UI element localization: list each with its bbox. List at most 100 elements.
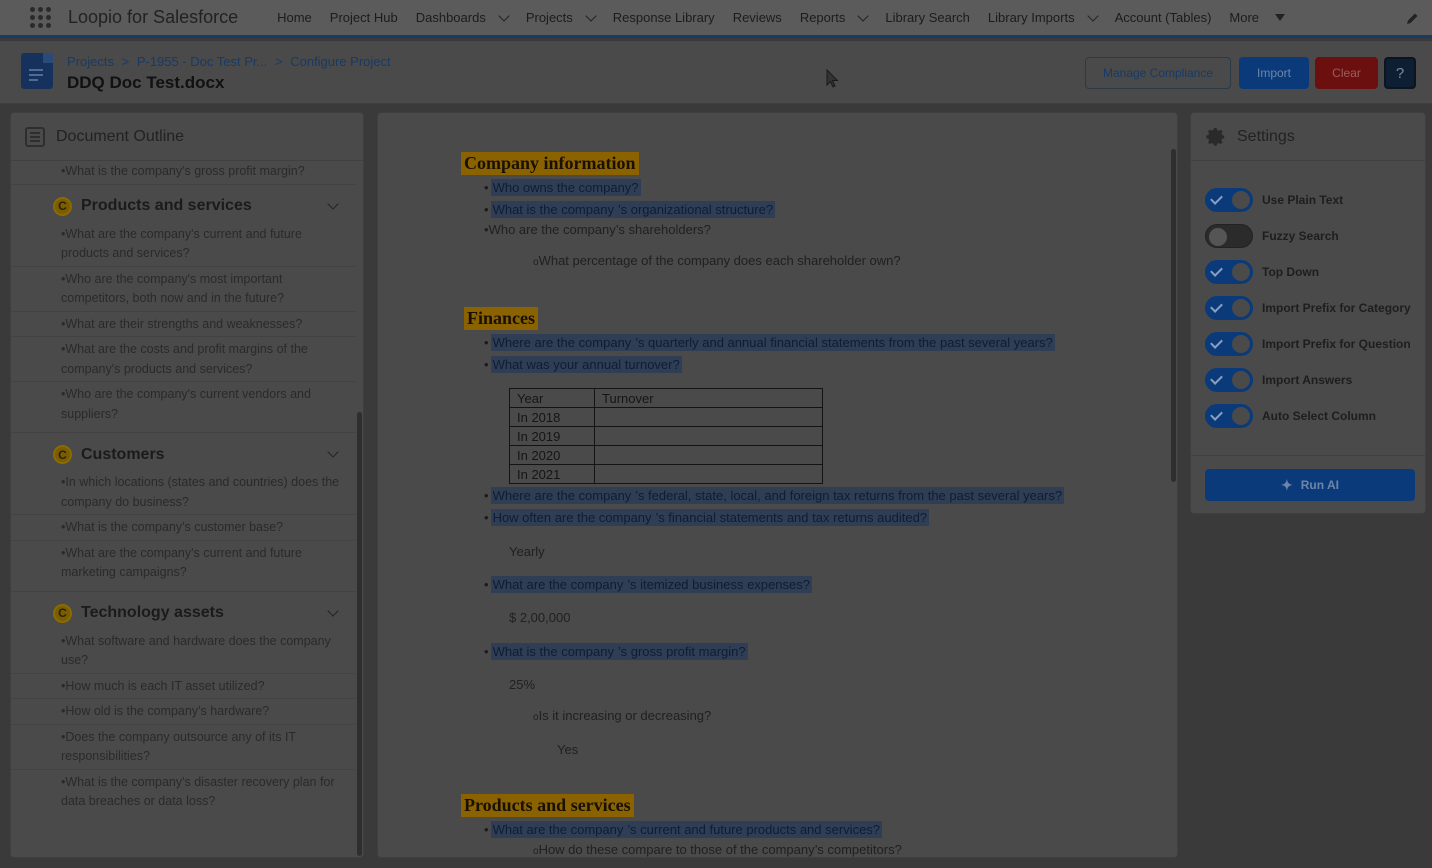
clear-button[interactable]: Clear [1315, 57, 1378, 89]
nav-item-label: Reviews [732, 10, 782, 25]
category-customers[interactable]: C Customers [11, 432, 355, 470]
doc-question[interactable]: • What are the company’s itemized busines… [484, 576, 812, 593]
breadcrumb-project[interactable]: P-1955 - Doc Test Pr... [137, 54, 268, 69]
outline-question-text: •What is the company's customer base? [61, 520, 284, 534]
outline-header: Document Outline [11, 113, 363, 161]
toggle-label: Fuzzy Search [1262, 229, 1339, 243]
nav-item-project-hub[interactable]: Project Hub [321, 0, 407, 35]
outline-question[interactable]: •How old is the company's hardware? [11, 699, 355, 725]
doc-heading-products[interactable]: Products and services [461, 794, 634, 817]
nav-item-label: Project Hub [329, 10, 398, 25]
doc-question[interactable]: • What is the company’s organizational st… [484, 201, 776, 218]
toggle-switch[interactable] [1205, 368, 1253, 392]
table-cell [594, 426, 823, 446]
outline-question[interactable]: •What is the company's disaster recovery… [11, 770, 355, 814]
nav-item-home[interactable]: Home [268, 0, 321, 35]
toggle-switch[interactable] [1205, 296, 1253, 320]
outline-question-text: •What software and hardware does the com… [61, 633, 331, 668]
doc-question[interactable]: • What is the company’s gross profit marg… [484, 643, 748, 660]
toggle-switch[interactable] [1205, 332, 1253, 356]
category-products-and-services[interactable]: C Products and services [11, 185, 355, 222]
doc-question[interactable]: • Who owns the company? [484, 179, 641, 196]
outline-question[interactable]: •In which locations (states and countrie… [11, 470, 355, 515]
toggle-fuzzy-search[interactable]: Fuzzy Search [1205, 224, 1339, 248]
caret-down-icon[interactable] [1275, 14, 1286, 21]
doc-question[interactable]: • Where are the company’s federal, state,… [484, 487, 1065, 504]
nav-item-library-imports[interactable]: Library Imports [979, 0, 1106, 35]
app-launcher-icon[interactable] [30, 6, 52, 29]
toggle-import-prefix-question[interactable]: Import Prefix for Question [1205, 332, 1411, 356]
toggle-import-answers[interactable]: Import Answers [1205, 368, 1352, 392]
chevron-down-icon[interactable] [498, 9, 510, 22]
edit-nav-icon[interactable] [1406, 12, 1418, 26]
category-badge-icon: C [53, 196, 72, 216]
outline-question[interactable]: •What are the costs and profit margins o… [11, 337, 355, 382]
outline-question-text: •Does the company outsource any of its I… [61, 729, 296, 764]
toggle-use-plain-text[interactable]: Use Plain Text [1205, 188, 1343, 212]
manage-compliance-button[interactable]: Manage Compliance [1085, 57, 1231, 89]
breadcrumb-configure-project[interactable]: Configure Project [290, 54, 390, 69]
nav-item-label: More [1229, 10, 1260, 25]
outline-question[interactable]: •Does the company outsource any of its I… [11, 725, 355, 770]
outline-question[interactable]: •What are the company's current and futu… [11, 541, 355, 585]
nav-item-projects[interactable]: Projects [517, 0, 604, 35]
nav-item-label: Reports [799, 10, 846, 25]
toggle-switch[interactable] [1205, 404, 1253, 428]
table-cell: In 2020 [509, 445, 595, 465]
table-header-row: Year Turnover [509, 388, 823, 408]
nav-item-library-search[interactable]: Library Search [876, 0, 979, 35]
outline-question[interactable]: •What are their strengths and weaknesses… [11, 312, 355, 337]
nav-item-label: Projects [525, 10, 573, 25]
chevron-down-icon[interactable] [585, 9, 597, 22]
nav-item-reviews[interactable]: Reviews [724, 0, 791, 35]
toggle-switch[interactable] [1205, 188, 1253, 212]
chevron-down-icon[interactable] [1086, 9, 1099, 22]
outline-question[interactable]: •What is the company's customer base? [11, 515, 355, 541]
document-scrollbar[interactable] [1171, 149, 1176, 482]
outline-title: Document Outline [56, 127, 185, 145]
table-cell [594, 445, 823, 465]
nav-item-dashboards[interactable]: Dashboards [407, 0, 517, 35]
settings-title: Settings [1237, 127, 1295, 145]
toggle-switch[interactable] [1205, 260, 1253, 284]
outline-question-text: •What is the company's gross profit marg… [61, 164, 305, 178]
outline-question[interactable]: •Who are the company's current vendors a… [11, 382, 355, 426]
breadcrumb-projects[interactable]: Projects [67, 54, 114, 69]
document-outline-panel: Document Outline •What is the company's … [10, 112, 364, 858]
run-ai-button[interactable]: ✦ Run AI [1205, 469, 1415, 501]
chevron-down-icon[interactable] [327, 446, 339, 458]
doc-question[interactable]: • What was your annual turnover? [484, 356, 682, 373]
bullet: • [484, 577, 489, 592]
nav-item-reports[interactable]: Reports [791, 0, 877, 35]
doc-question[interactable]: • How often are the company’s financial s… [484, 509, 930, 526]
toggle-switch[interactable] [1205, 224, 1253, 248]
chevron-down-icon[interactable] [327, 197, 339, 210]
toggle-import-prefix-category[interactable]: Import Prefix for Category [1205, 296, 1411, 320]
nav-item-more[interactable]: More [1220, 0, 1294, 35]
outline-question[interactable]: •What software and hardware does the com… [11, 629, 355, 674]
doc-answer: 25% [509, 677, 536, 692]
nav-item-response-library[interactable]: Response Library [604, 0, 724, 35]
check-icon [1210, 300, 1223, 313]
category-technology-assets[interactable]: C Technology assets [11, 590, 355, 629]
category-badge-icon: C [53, 445, 72, 464]
table-header: Turnover [594, 388, 823, 408]
outline-question[interactable]: •What is the company's gross profit marg… [11, 162, 355, 185]
doc-heading-company[interactable]: Company information [461, 152, 639, 175]
outline-question[interactable]: •How much is each IT asset utilized? [11, 674, 355, 699]
help-button[interactable]: ? [1384, 57, 1416, 89]
outline-question[interactable]: •Who are the company's most important co… [11, 267, 355, 312]
toggle-auto-select-column[interactable]: Auto Select Column [1205, 404, 1376, 428]
doc-subquestion: oIs it increasing or decreasing? [533, 708, 711, 723]
doc-question[interactable]: • What are the company’s current and futu… [484, 821, 883, 838]
doc-heading-finances[interactable]: Finances [464, 307, 539, 330]
nav-item-account-tables[interactable]: Account (Tables) [1106, 0, 1221, 35]
import-button[interactable]: Import [1239, 57, 1309, 89]
outline-scrollbar[interactable] [357, 412, 362, 856]
toggle-label: Auto Select Column [1262, 409, 1377, 423]
chevron-down-icon[interactable] [327, 604, 339, 617]
chevron-down-icon[interactable] [857, 9, 870, 22]
toggle-top-down[interactable]: Top Down [1205, 260, 1319, 284]
doc-question[interactable]: • Where are the company’s quarterly and a… [484, 334, 1055, 351]
outline-question[interactable]: •What are the company's current and futu… [11, 222, 355, 267]
